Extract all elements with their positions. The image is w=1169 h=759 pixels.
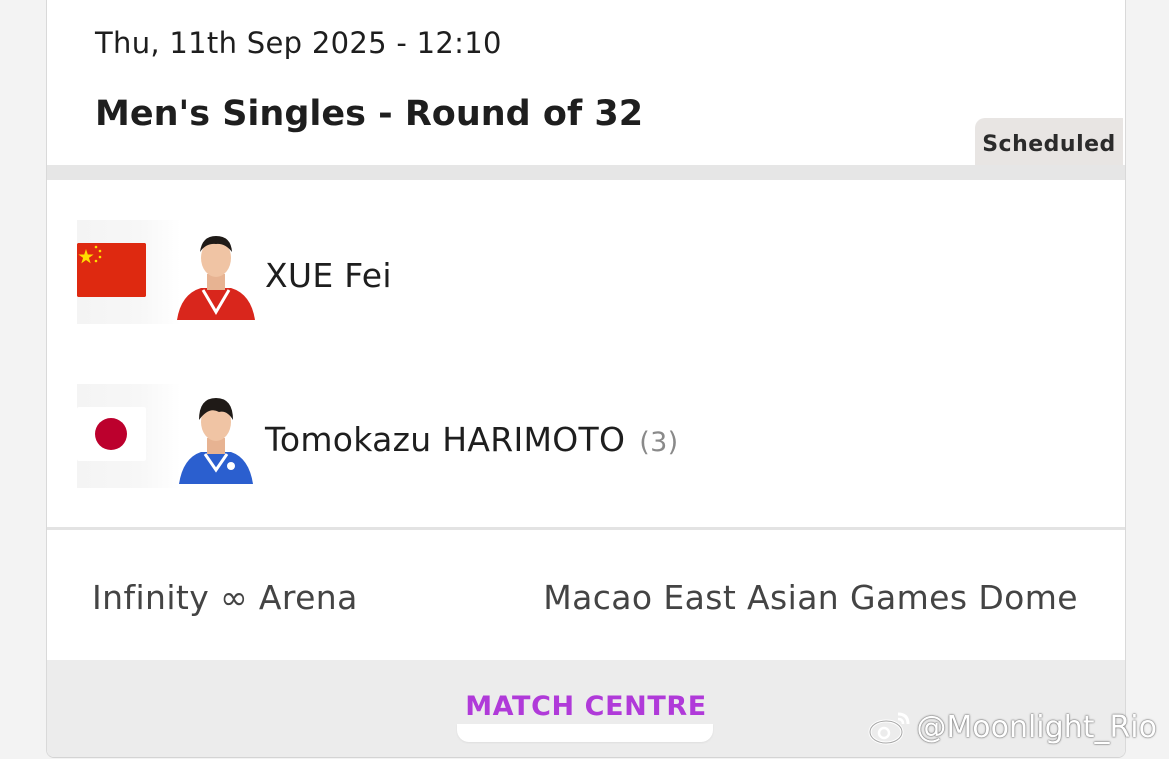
player-name: XUE Fei <box>265 256 392 295</box>
player-avatar <box>177 236 255 320</box>
footer-pill <box>457 724 713 742</box>
weibo-icon <box>868 712 910 745</box>
seed-number: (3) <box>639 427 679 458</box>
status-badge: Scheduled <box>975 118 1123 166</box>
venue-hall: Infinity ∞ Arena <box>92 578 358 617</box>
china-flag-icon <box>77 243 146 297</box>
player-avatar <box>179 398 253 484</box>
watermark: @Moonlight_Rio <box>868 708 1157 746</box>
japan-flag-icon <box>77 407 146 461</box>
flag-container <box>77 220 181 324</box>
player-name: Tomokazu HARIMOTO (3) <box>265 420 679 459</box>
event-title: Men's Singles - Round of 32 <box>95 94 644 134</box>
venue-building: Macao East Asian Games Dome <box>543 578 1078 617</box>
section-divider <box>47 527 1125 530</box>
watermark-text: @Moonlight_Rio <box>916 709 1157 745</box>
match-datetime: Thu, 11th Sep 2025 - 12:10 <box>95 26 502 60</box>
player-row[interactable]: XUE Fei <box>77 220 1117 324</box>
player-row[interactable]: Tomokazu HARIMOTO (3) <box>77 384 1117 488</box>
match-card[interactable]: Thu, 11th Sep 2025 - 12:10 Men's Singles… <box>46 0 1126 758</box>
header-divider-band <box>47 165 1125 180</box>
flag-container <box>77 384 181 488</box>
